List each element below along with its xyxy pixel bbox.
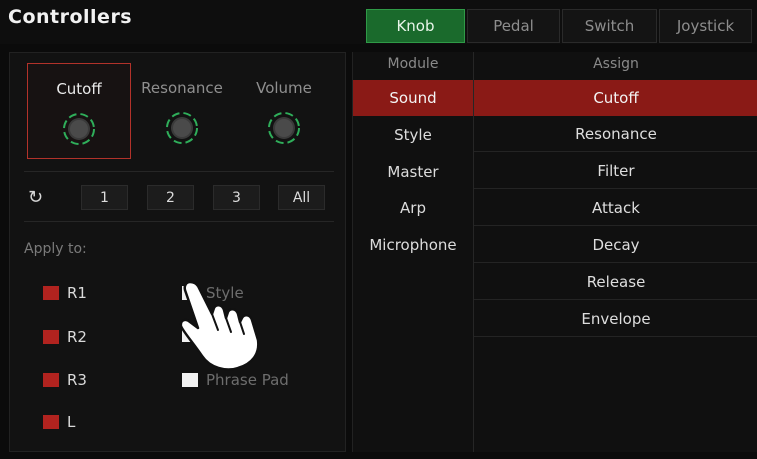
page-title: Controllers (8, 6, 133, 28)
apply-part-r3[interactable]: R3 (43, 371, 87, 389)
module-row-sound[interactable]: Sound (353, 80, 473, 116)
knob-resonance[interactable]: Resonance (130, 63, 234, 159)
tab-switch[interactable]: Switch (562, 9, 657, 43)
tab-joystick[interactable]: Joystick (659, 9, 752, 43)
checkbox-label: L (67, 413, 76, 431)
pointing-hand-icon (179, 280, 260, 371)
module-row-microphone[interactable]: Microphone (353, 227, 473, 263)
assign-row-cutoff[interactable]: Cutoff (474, 80, 757, 116)
knob-dial-icon (268, 112, 300, 144)
assign-table: Module Assign Sound Style Master Arp Mic… (352, 52, 757, 452)
knob-dial-icon (63, 113, 95, 145)
module-row-master[interactable]: Master (353, 154, 473, 190)
assign-row-attack[interactable]: Attack (474, 190, 757, 226)
checkbox-label: R3 (67, 371, 87, 389)
assign-row-resonance[interactable]: Resonance (474, 116, 757, 152)
checkbox-checked-icon (43, 330, 59, 344)
assign-row-decay[interactable]: Decay (474, 227, 757, 263)
refresh-icon[interactable]: ↻ (28, 187, 43, 208)
assign-column-header: Assign (593, 56, 639, 72)
apply-to-label: Apply to: (24, 241, 87, 257)
knob-label: Cutoff (56, 80, 102, 98)
checkbox-checked-icon (43, 415, 59, 429)
preset-button-3[interactable]: 3 (213, 185, 260, 210)
tab-knob[interactable]: Knob (366, 9, 465, 43)
tab-pedal[interactable]: Pedal (467, 9, 560, 43)
module-row-style[interactable]: Style (353, 117, 473, 153)
knob-label: Volume (256, 79, 312, 97)
knob-settings-panel: Cutoff Resonance Volume ↻ 1 2 3 All Appl… (9, 52, 346, 452)
assign-row-release[interactable]: Release (474, 264, 757, 300)
divider (24, 171, 334, 172)
apply-part-r2[interactable]: R2 (43, 328, 87, 346)
title-bar: Controllers Knob Pedal Switch Joystick (0, 0, 757, 44)
knob-volume[interactable]: Volume (232, 63, 336, 159)
assign-row-envelope[interactable]: Envelope (474, 301, 757, 337)
checkbox-label: R2 (67, 328, 87, 346)
module-column-header: Module (387, 56, 439, 72)
module-row-arp[interactable]: Arp (353, 190, 473, 226)
checkbox-checked-icon (43, 286, 59, 300)
apply-part-l[interactable]: L (43, 413, 75, 431)
checkbox-label: R1 (67, 284, 87, 302)
preset-button-2[interactable]: 2 (147, 185, 194, 210)
knob-label: Resonance (141, 79, 223, 97)
preset-button-1[interactable]: 1 (81, 185, 128, 210)
preset-button-all[interactable]: All (278, 185, 325, 210)
assign-row-filter[interactable]: Filter (474, 153, 757, 189)
controllers-screen: Controllers Knob Pedal Switch Joystick C… (0, 0, 757, 459)
knob-dial-icon (166, 112, 198, 144)
checkbox-checked-icon (43, 373, 59, 387)
knob-cutoff[interactable]: Cutoff (27, 63, 131, 159)
apply-part-r1[interactable]: R1 (43, 284, 87, 302)
divider (24, 221, 334, 222)
